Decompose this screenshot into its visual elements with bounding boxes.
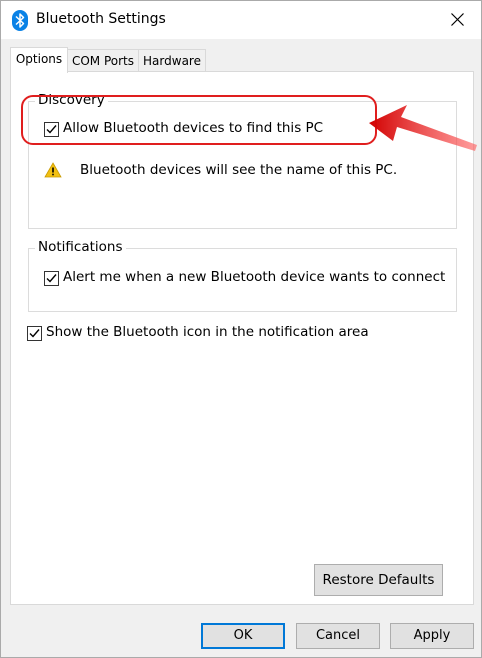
- annotation-highlight: [21, 95, 377, 145]
- checkmark-icon: [46, 274, 57, 283]
- restore-defaults-button[interactable]: Restore Defaults: [314, 564, 443, 596]
- window-title: Bluetooth Settings: [36, 11, 166, 27]
- alert-connect-checkbox[interactable]: [44, 271, 59, 286]
- tab-hardware[interactable]: Hardware: [138, 49, 206, 72]
- tab-com-ports-label: COM Ports: [71, 54, 135, 68]
- notifications-group: Notifications Alert me when a new Blueto…: [28, 239, 457, 312]
- show-icon-label[interactable]: Show the Bluetooth icon in the notificat…: [46, 324, 369, 340]
- apply-button[interactable]: Apply: [390, 623, 474, 649]
- tab-options-label: Options: [15, 52, 63, 66]
- bluetooth-icon: [12, 10, 28, 31]
- checkmark-icon: [29, 329, 40, 338]
- show-icon-checkbox[interactable]: [27, 326, 42, 341]
- red-arrow: [369, 105, 477, 151]
- alert-connect-label[interactable]: Alert me when a new Bluetooth device wan…: [63, 269, 445, 285]
- notifications-legend: Notifications: [35, 239, 126, 255]
- close-icon: [451, 13, 464, 26]
- bluetooth-settings-dialog: Bluetooth Settings Options COM Ports Har…: [0, 0, 482, 658]
- close-button[interactable]: [435, 1, 481, 39]
- tab-com-ports[interactable]: COM Ports: [67, 49, 139, 72]
- ok-button[interactable]: OK: [201, 623, 285, 649]
- warning-icon: [44, 162, 62, 182]
- tab-hardware-label: Hardware: [143, 54, 201, 68]
- tab-options[interactable]: Options: [10, 47, 68, 73]
- title-bar: Bluetooth Settings: [1, 1, 481, 39]
- cancel-button[interactable]: Cancel: [296, 623, 380, 649]
- discovery-warning-text: Bluetooth devices will see the name of t…: [80, 162, 398, 178]
